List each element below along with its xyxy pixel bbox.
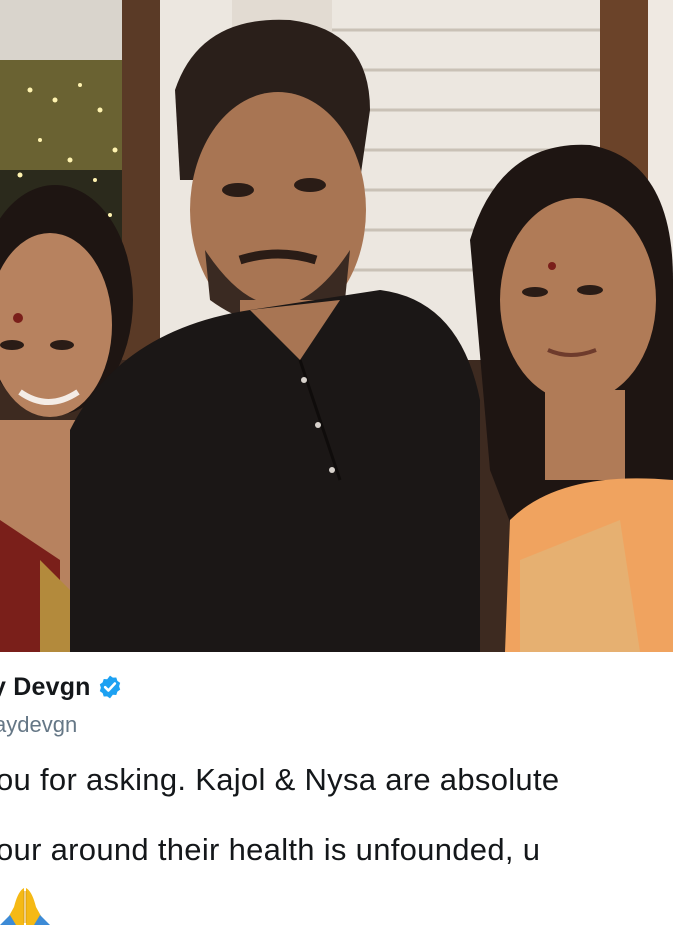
author-row[interactable]: y Devgn xyxy=(0,672,123,702)
verified-badge-icon xyxy=(99,675,120,699)
tweet-text-line-2: our around their health is unfounded, u xyxy=(0,832,541,867)
tweet-card: y Devgn aydevgn ou for asking. Kajol & N… xyxy=(0,652,673,940)
tweet-text-line-1: ou for asking. Kajol & Nysa are absolute xyxy=(0,762,560,797)
folded-hands-icon xyxy=(0,888,50,925)
family-photo xyxy=(0,0,673,652)
author-name[interactable]: y Devgn xyxy=(0,673,91,702)
author-handle[interactable]: aydevgn xyxy=(0,712,77,738)
photo-illustration xyxy=(0,0,673,652)
